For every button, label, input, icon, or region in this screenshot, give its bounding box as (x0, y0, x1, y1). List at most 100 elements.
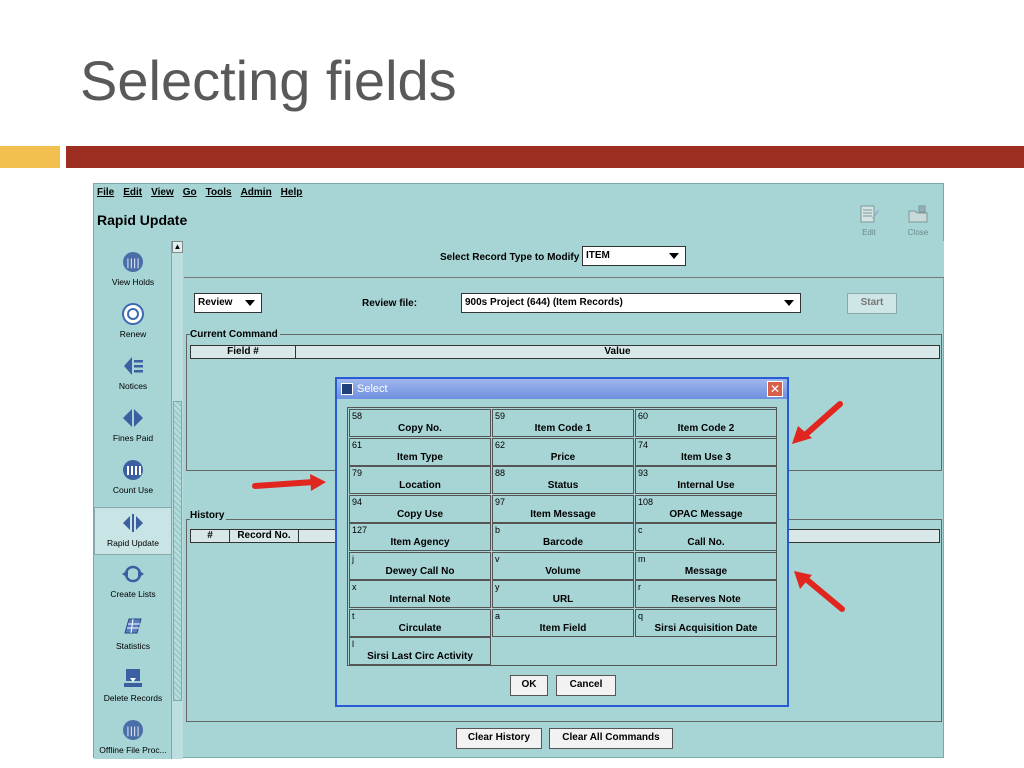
edit-button[interactable]: Edit (849, 204, 889, 237)
field-option[interactable]: m Message (635, 551, 777, 580)
field-code: 59 (495, 411, 506, 421)
field-option[interactable]: q Sirsi Acquisition Date (635, 608, 777, 637)
menu-view[interactable]: View (151, 187, 174, 198)
field-option[interactable]: x Internal Note (349, 580, 491, 608)
field-code: 79 (352, 468, 363, 478)
dialog-title: Select (357, 383, 388, 395)
field-code: 74 (638, 439, 649, 450)
field-option[interactable]: 79 Location (349, 466, 491, 494)
record-column-header: Record No. (229, 529, 299, 543)
sidebar-label: Delete Records (103, 693, 163, 703)
view-holds-icon: |||| (123, 252, 143, 272)
edit-label: Edit (862, 228, 876, 237)
field-option[interactable]: 108 OPAC Message (635, 494, 777, 523)
dialog-title-bar: Select ✕ (337, 379, 787, 399)
field-name: Item Type (397, 451, 443, 463)
renew-icon (122, 303, 144, 325)
chevron-down-icon (784, 300, 794, 306)
count-use-icon (123, 460, 143, 480)
field-option[interactable]: 93 Internal Use (635, 466, 777, 494)
sidebar-item-count-use[interactable]: Count Use (94, 457, 172, 495)
edit-icon (860, 205, 879, 223)
field-code: 127 (352, 525, 368, 535)
field-name: Call No. (687, 537, 725, 548)
field-option[interactable]: 127 Item Agency (349, 523, 491, 551)
field-option[interactable]: 61 Item Type (349, 437, 491, 466)
field-option[interactable]: j Dewey Call No (349, 551, 491, 580)
field-name: OPAC Message (669, 508, 743, 520)
clear-history-button[interactable]: Clear History (456, 728, 542, 749)
field-option[interactable]: 94 Copy Use (349, 494, 491, 523)
chevron-down-icon (669, 253, 679, 259)
field-option[interactable]: 58 Copy No. (349, 409, 491, 437)
create-lists-icon (122, 565, 144, 583)
field-option[interactable]: 59 Item Code 1 (492, 409, 634, 437)
menu-file[interactable]: File (97, 187, 114, 198)
sidebar-item-view-holds[interactable]: |||| View Holds (94, 249, 172, 287)
field-option[interactable]: v Volume (492, 551, 634, 580)
sidebar-item-rapid-update[interactable]: Rapid Update (94, 507, 172, 555)
sidebar-item-create-lists[interactable]: Create Lists (94, 561, 172, 599)
sidebar-label: View Holds (111, 277, 155, 287)
field-option[interactable]: 97 Item Message (492, 494, 634, 523)
sidebar: |||| View Holds Renew Notices Fines Paid… (94, 241, 172, 759)
sidebar-label: Offline File Proc... (99, 745, 167, 755)
field-name: Price (550, 451, 576, 463)
menu-tools[interactable]: Tools (206, 187, 232, 198)
record-type-select[interactable]: ITEM (582, 246, 686, 266)
close-folder-icon (908, 205, 928, 223)
clear-all-commands-button[interactable]: Clear All Commands (549, 728, 673, 749)
ok-button[interactable]: OK (510, 675, 548, 696)
field-name: Sirsi Last Circ Activity (367, 651, 473, 662)
menu-bar: File Edit View Go Tools Admin Help (94, 184, 943, 200)
field-name: Internal Use (677, 480, 735, 491)
start-button[interactable]: Start (847, 293, 897, 314)
field-code: q (638, 610, 644, 621)
field-name: Volume (545, 565, 581, 577)
field-option[interactable]: r Reserves Note (635, 580, 777, 608)
sidebar-scrollbar[interactable]: ▲ (171, 241, 183, 759)
menu-go[interactable]: Go (183, 187, 197, 198)
field-name: Sirsi Acquisition Date (654, 622, 758, 634)
cancel-button[interactable]: Cancel (556, 675, 616, 696)
scroll-thumb[interactable] (173, 401, 182, 701)
close-icon[interactable]: ✕ (767, 381, 783, 397)
field-option[interactable]: a Item Field (492, 608, 634, 637)
field-option[interactable]: l Sirsi Last Circ Activity (349, 637, 491, 665)
field-option[interactable]: 88 Status (492, 466, 634, 494)
field-option[interactable]: t Circulate (349, 608, 491, 637)
menu-admin[interactable]: Admin (241, 187, 272, 198)
field-code: 61 (352, 439, 363, 450)
field-name: Message (684, 565, 728, 577)
field-code: 88 (495, 468, 506, 478)
record-type-value: ITEM (586, 250, 610, 261)
sidebar-item-statistics[interactable]: Statistics (94, 613, 172, 651)
field-column-header: Field # (190, 345, 296, 359)
field-option[interactable]: y URL (492, 580, 634, 608)
sidebar-item-notices[interactable]: Notices (94, 353, 172, 391)
field-option[interactable]: c Call No. (635, 523, 777, 551)
pointer-arrow-icon (794, 571, 845, 612)
field-code: b (495, 525, 501, 535)
menu-help[interactable]: Help (281, 187, 303, 198)
sidebar-item-offline-file[interactable]: |||| Offline File Proc... (94, 717, 172, 755)
review-mode-select[interactable]: Review (194, 293, 262, 313)
review-mode-value: Review (198, 297, 233, 308)
field-name: Item Field (539, 622, 587, 634)
review-file-select[interactable]: 900s Project (644) (Item Records) (461, 293, 801, 313)
pointer-arrow-icon (252, 474, 326, 491)
sidebar-item-fines-paid[interactable]: Fines Paid (94, 405, 172, 443)
statistics-icon (124, 618, 142, 634)
field-option[interactable]: 74 Item Use 3 (635, 437, 777, 466)
sidebar-label: Renew (119, 329, 147, 339)
menu-edit[interactable]: Edit (123, 187, 142, 198)
field-code: r (638, 582, 641, 592)
field-option[interactable]: 62 Price (492, 437, 634, 466)
field-option[interactable]: b Barcode (492, 523, 634, 551)
sidebar-item-delete-records[interactable]: Delete Records (94, 665, 172, 703)
value-column-header: Value (295, 345, 940, 359)
sidebar-item-renew[interactable]: Renew (94, 301, 172, 339)
close-button[interactable]: Close (898, 204, 938, 237)
scroll-up-icon[interactable]: ▲ (172, 241, 183, 253)
field-option[interactable]: 60 Item Code 2 (635, 409, 777, 437)
